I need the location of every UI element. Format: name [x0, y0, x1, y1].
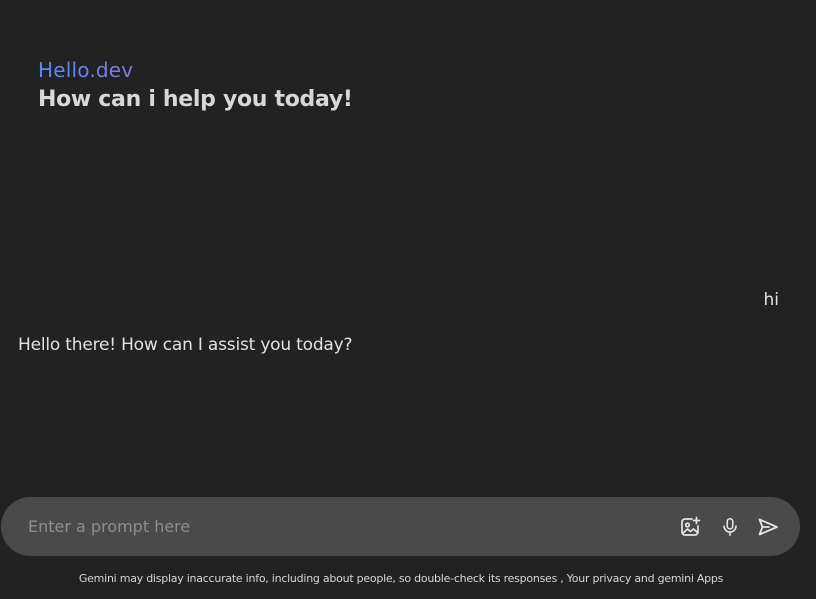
chat-app: Hello.dev How can i help you today! hi H…: [0, 0, 816, 599]
prompt-bar: [1, 497, 800, 556]
microphone-icon: [719, 516, 741, 538]
send-button[interactable]: [755, 514, 781, 540]
assistant-message: Hello there! How can I assist you today?: [18, 335, 353, 355]
brand-title: Hello.dev: [38, 57, 353, 83]
greeting-header: Hello.dev How can i help you today!: [38, 57, 353, 115]
microphone-button[interactable]: [717, 514, 743, 540]
greeting-subtitle: How can i help you today!: [38, 87, 353, 112]
prompt-input[interactable]: [28, 497, 648, 556]
disclaimer-text: Gemini may display inaccurate info, incl…: [78, 572, 724, 585]
add-image-button[interactable]: [677, 514, 703, 540]
send-icon: [756, 515, 780, 539]
add-image-icon: [678, 515, 702, 539]
user-message: hi: [763, 290, 780, 310]
